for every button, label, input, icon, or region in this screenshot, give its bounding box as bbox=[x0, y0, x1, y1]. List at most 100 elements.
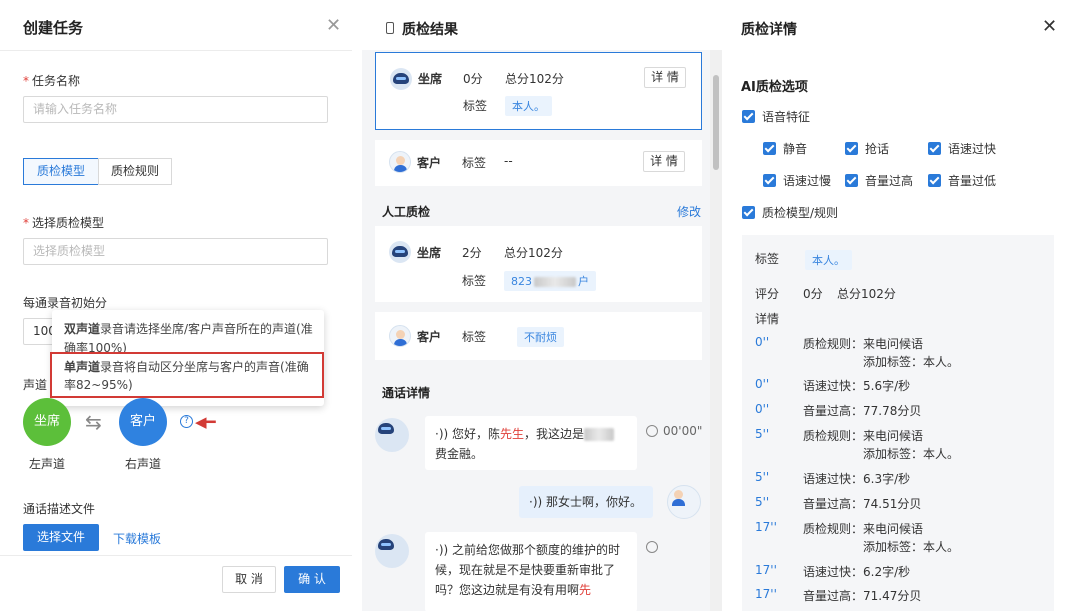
call-detail-title: 通话详情 bbox=[382, 386, 431, 400]
phone-icon bbox=[386, 22, 394, 34]
manual-agent-score: 2分 bbox=[462, 246, 482, 260]
header-divider bbox=[0, 50, 352, 51]
channel-tooltip: 双声道录音请选择坐席/客户声音所在的声道(准确率100%) 单声道录音将自动区分… bbox=[50, 310, 324, 406]
feature-checkbox-fast[interactable] bbox=[928, 142, 941, 155]
audio-icon[interactable]: ·)) bbox=[435, 427, 448, 441]
swap-icon[interactable]: ⇆ bbox=[85, 410, 102, 434]
footer-divider bbox=[0, 555, 352, 556]
detail-detail-label: 详情 bbox=[755, 312, 780, 326]
right-channel-label: 右声道 bbox=[125, 457, 162, 471]
agent-tag-label: 标签 bbox=[463, 99, 488, 113]
ai-agent-card[interactable]: 坐席 0分 总分102分 详 情 标签 本人。 bbox=[375, 52, 702, 130]
tab-qc-model[interactable]: 质检模型 bbox=[23, 158, 99, 185]
customer-label: 客户 bbox=[417, 156, 442, 170]
feature-label-quiet: 音量过低 bbox=[948, 174, 997, 188]
customer-detail-button[interactable]: 详 情 bbox=[643, 151, 685, 172]
task-name-label: * 任务名称 bbox=[23, 74, 81, 88]
agent-score: 0分 bbox=[463, 72, 483, 86]
cancel-button[interactable]: 取 消 bbox=[222, 566, 276, 593]
agent-detail-button[interactable]: 详 情 bbox=[644, 67, 686, 88]
feature-checkbox-loud[interactable] bbox=[845, 174, 858, 187]
model-rules-checkbox[interactable] bbox=[742, 206, 755, 219]
model-rules-label: 质检模型/规则 bbox=[762, 206, 839, 220]
customer-tag-value: -- bbox=[504, 154, 513, 168]
left-channel-label: 左声道 bbox=[29, 457, 66, 471]
help-icon[interactable]: ? bbox=[180, 415, 193, 428]
manual-customer-tag-chip: 不耐烦 bbox=[517, 327, 564, 347]
red-arrow-icon: ◀━ bbox=[195, 413, 216, 431]
feature-label-loud: 音量过高 bbox=[865, 174, 914, 188]
manual-agent-tag-label: 标签 bbox=[462, 274, 487, 288]
agent-label: 坐席 bbox=[418, 72, 443, 86]
feature-label-silence: 静音 bbox=[783, 142, 808, 156]
initial-score-label: 每通录音初始分 bbox=[23, 296, 108, 310]
feature-checkbox-interrupt[interactable] bbox=[845, 142, 858, 155]
msg1-agent-avatar bbox=[375, 418, 409, 452]
close-icon[interactable]: ✕ bbox=[326, 15, 341, 36]
msg1-time: 00'00" bbox=[663, 424, 703, 438]
manual-agent-avatar bbox=[389, 241, 411, 263]
feature-checkbox-slow[interactable] bbox=[763, 174, 776, 187]
manual-agent-label: 坐席 bbox=[417, 246, 442, 260]
channel-label: 声道 bbox=[23, 378, 48, 392]
detail-score-label: 评分 bbox=[755, 287, 780, 301]
tab-qc-rules[interactable]: 质检规则 bbox=[98, 158, 172, 185]
customer-avatar bbox=[389, 151, 411, 173]
feature-label-fast: 语速过快 bbox=[948, 142, 997, 156]
edit-link[interactable]: 修改 bbox=[677, 203, 701, 220]
manual-customer-label: 客户 bbox=[417, 330, 442, 344]
model-label: * 选择质检模型 bbox=[23, 216, 105, 230]
ai-options-title: AI质检选项 bbox=[741, 80, 808, 95]
confirm-button[interactable]: 确 认 bbox=[284, 566, 340, 593]
mono-channel-tip: 单声道录音将自动区分坐席与客户的声音(准确率82~95%) bbox=[50, 352, 324, 398]
mono-channel-title: 单声道 bbox=[64, 360, 101, 374]
scrollbar-thumb[interactable] bbox=[713, 75, 719, 170]
audio-icon[interactable]: ·)) bbox=[435, 543, 448, 557]
agent-channel-circle[interactable]: 坐席 bbox=[23, 398, 71, 446]
msg1-bubble: ·)) 您好，陈先生，我这边是 费金融。 bbox=[425, 416, 637, 470]
feature-checkbox-quiet[interactable] bbox=[928, 174, 941, 187]
msg3-clock-icon bbox=[646, 541, 658, 553]
ai-customer-card[interactable]: 客户 标签 -- 详 情 bbox=[375, 140, 702, 186]
msg1-clock-icon bbox=[646, 425, 658, 437]
detail-score-value: 0分 bbox=[803, 287, 823, 301]
choose-file-button[interactable]: 选择文件 bbox=[23, 524, 99, 551]
detail-tag-label: 标签 bbox=[755, 252, 780, 266]
agent-total: 总分102分 bbox=[505, 72, 564, 86]
manual-qc-title: 人工质检 bbox=[382, 205, 431, 219]
create-task-title: 创建任务 bbox=[23, 19, 84, 37]
mono-channel-text: 录音将自动区分坐席与客户的声音(准确率82~95%) bbox=[64, 360, 309, 392]
create-task-panel: 创建任务 ✕ * 任务名称 请输入任务名称 质检模型 质检规则 * 选择质检模型 选… bbox=[0, 0, 352, 611]
audio-icon[interactable]: ·)) bbox=[529, 495, 542, 509]
speech-features-label: 语音特征 bbox=[762, 110, 811, 124]
detail-close-icon[interactable]: ✕ bbox=[1042, 16, 1057, 37]
speech-features-checkbox[interactable] bbox=[742, 110, 755, 123]
qc-result-panel: 质检结果 坐席 0分 总分102分 详 情 标签 本人。 客户 标签 -- 详 … bbox=[362, 0, 722, 611]
dual-channel-title: 双声道 bbox=[64, 322, 101, 336]
feature-label-slow: 语速过慢 bbox=[783, 174, 832, 188]
task-name-input[interactable]: 请输入任务名称 bbox=[23, 96, 328, 123]
feature-label-interrupt: 抢话 bbox=[865, 142, 890, 156]
manual-agent-total: 总分102分 bbox=[504, 246, 563, 260]
manual-customer-card: 客户 标签 不耐烦 bbox=[375, 312, 702, 360]
msg3-agent-avatar bbox=[375, 534, 409, 568]
qc-detail-panel: 质检详情 ✕ AI质检选项 语音特征 静音 抢话 语速过快 语速过慢 音量过高 … bbox=[722, 0, 1080, 611]
manual-customer-tag-label: 标签 bbox=[462, 330, 487, 344]
msg1-highlight: 先生 bbox=[500, 427, 525, 441]
manual-agent-card: 坐席 2分 总分102分 标签 823 户 bbox=[375, 226, 702, 302]
detail-tag-chip: 本人。 bbox=[805, 250, 852, 270]
manual-customer-avatar bbox=[389, 325, 411, 347]
qc-result-title: 质检结果 bbox=[402, 22, 458, 38]
dual-channel-text: 录音请选择坐席/客户声音所在的声道(准确率100%) bbox=[64, 322, 313, 355]
download-template-link[interactable]: 下载模板 bbox=[113, 530, 161, 547]
feature-checkbox-silence[interactable] bbox=[763, 142, 776, 155]
qc-detail-title: 质检详情 bbox=[741, 22, 797, 38]
msg2-bubble: ·)) 那女士啊，你好。 bbox=[519, 486, 653, 518]
model-select[interactable]: 选择质检模型 bbox=[23, 238, 328, 265]
msg2-customer-avatar bbox=[667, 485, 701, 519]
customer-channel-circle[interactable]: 客户 bbox=[119, 398, 167, 446]
detail-box: 标签 本人。 评分 0分 总分102分 详情 0'' 质检规则：来电问候语 添加… bbox=[742, 235, 1054, 611]
detail-score-total: 总分102分 bbox=[837, 287, 896, 301]
customer-tag-label: 标签 bbox=[462, 156, 487, 170]
manual-agent-tag-chip: 823 户 bbox=[504, 271, 596, 291]
